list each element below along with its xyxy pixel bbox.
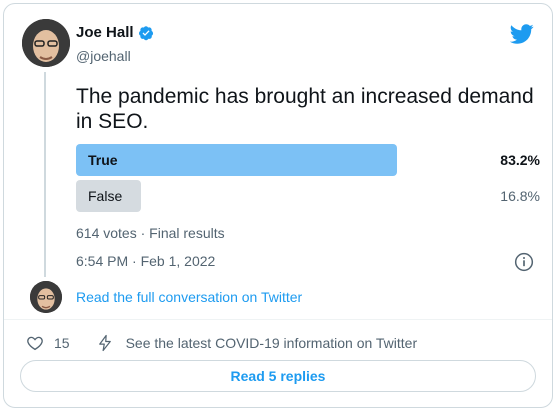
like-count: 15	[54, 335, 70, 351]
read-full-conversation-link[interactable]: Read the full conversation on Twitter	[76, 289, 302, 305]
verified-badge-icon	[138, 25, 153, 40]
poll-votes-summary: 614 votes · Final results	[76, 225, 225, 241]
poll-option-label: False	[88, 188, 123, 204]
heart-icon[interactable]	[26, 334, 44, 352]
poll-bar-true	[76, 144, 397, 176]
poll-option-true: True 83.2%	[76, 144, 546, 176]
divider	[4, 319, 552, 320]
poll-option-label: True	[88, 152, 118, 168]
covid-info-link[interactable]: See the latest COVID-19 information on T…	[126, 335, 418, 351]
info-icon[interactable]	[514, 252, 534, 272]
poll-option-percent: 16.8%	[500, 188, 540, 204]
thread-line	[44, 72, 46, 277]
tweet-card: Joe Hall @joehall The pandemic has broug…	[3, 3, 553, 408]
avatar-photo	[30, 281, 62, 313]
read-replies-button[interactable]: Read 5 replies	[20, 360, 536, 392]
twitter-bird-icon[interactable]	[510, 22, 534, 46]
poll-option-percent: 83.2%	[500, 152, 540, 168]
reply-avatar[interactable]	[30, 281, 62, 313]
author-handle[interactable]: @joehall	[76, 48, 131, 64]
author-name[interactable]: Joe Hall	[76, 24, 134, 41]
poll-option-false: False 16.8%	[76, 180, 546, 212]
lightning-bolt-icon	[98, 334, 111, 352]
tweet-text: The pandemic has brought an increased de…	[76, 85, 534, 133]
author-avatar[interactable]	[22, 19, 70, 67]
avatar-photo	[22, 19, 70, 67]
tweet-timestamp[interactable]: 6:54 PM · Feb 1, 2022	[76, 253, 215, 269]
